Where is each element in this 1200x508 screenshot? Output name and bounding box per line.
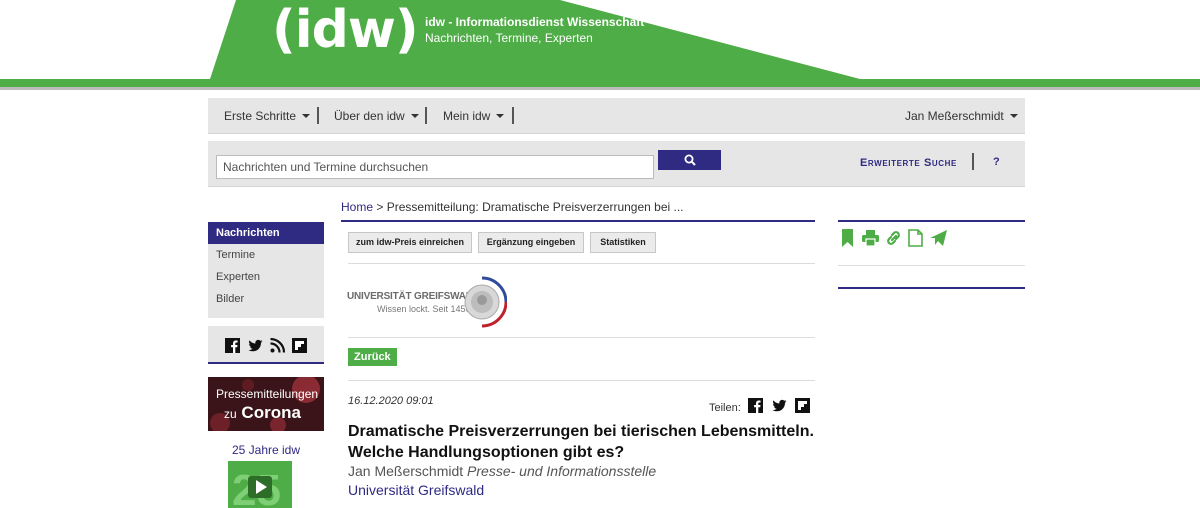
tools-bottom-rule (838, 287, 1025, 289)
rss-icon[interactable] (270, 338, 285, 353)
nav-label: Mein idw (443, 109, 491, 123)
content-top-rule (341, 220, 815, 222)
twitter-icon[interactable] (772, 398, 787, 413)
search-input[interactable] (216, 155, 654, 179)
help-link[interactable]: ? (993, 156, 1000, 168)
advanced-search-link[interactable]: Erweiterte Suche (860, 157, 957, 169)
submit-award-button[interactable]: zum idw-Preis einreichen (348, 232, 472, 253)
sidebar: Nachrichten Termine Experten Bilder (208, 222, 324, 318)
search-icon (684, 154, 696, 166)
site-title: idw - Informationsdienst Wissenschaft (425, 15, 645, 29)
sidebar-item-experten[interactable]: Experten (208, 266, 324, 288)
publication-date: 16.12.2020 09:01 (348, 395, 434, 407)
university-logo[interactable]: UNIVERSITÄT GREIFSWALD Wissen lockt. Sei… (347, 276, 507, 328)
corona-banner-prefix: zu (224, 407, 237, 421)
document-icon[interactable] (907, 229, 924, 247)
facebook-icon[interactable] (225, 338, 240, 353)
send-icon[interactable] (930, 229, 947, 247)
flipboard-icon[interactable] (795, 398, 810, 413)
sidebar-menu-footer (208, 310, 324, 318)
share-label: Teilen: (709, 402, 741, 414)
link-icon[interactable] (885, 229, 902, 247)
divider (348, 380, 815, 381)
nav-label: Erste Schritte (224, 109, 297, 123)
institution-link[interactable]: Universität Greifswald (348, 482, 484, 498)
social-links (208, 326, 324, 364)
tools-top-rule (838, 220, 1025, 222)
sidebar-item-termine[interactable]: Termine (208, 244, 324, 266)
breadcrumb-current: Pressemitteilung: Dramatische Preisverze… (386, 200, 684, 214)
corona-banner-keyword: Corona (241, 403, 301, 422)
facebook-icon[interactable] (748, 398, 763, 413)
print-icon[interactable] (862, 229, 879, 247)
breadcrumb-home[interactable]: Home (341, 200, 373, 214)
sidebar-item-nachrichten[interactable]: Nachrichten (208, 222, 324, 244)
university-seal-icon (464, 276, 507, 328)
site-header: (idw) idw - Informationsdienst Wissensch… (0, 0, 1200, 90)
nav-ueber-den-idw[interactable]: Über den idw (334, 98, 419, 134)
nav-erste-schritte[interactable]: Erste Schritte (224, 98, 311, 134)
breadcrumb: Home > Pressemitteilung: Dramatische Pre… (341, 200, 684, 214)
jubilee-video[interactable]: 25 (228, 461, 292, 508)
chevron-down-icon (302, 114, 311, 118)
divider (838, 265, 1025, 266)
corona-banner[interactable]: Pressemitteilungen zu Corona (208, 377, 324, 431)
search-bar: Erweiterte Suche ? (208, 141, 1025, 187)
statistics-button[interactable]: Statistiken (590, 232, 656, 253)
sidebar-item-bilder[interactable]: Bilder (208, 288, 324, 310)
author-department: Presse- und Informationsstelle (467, 463, 657, 479)
divider (348, 337, 815, 338)
jubilee-link[interactable]: 25 Jahre idw (208, 443, 324, 457)
nav-label: Über den idw (334, 109, 405, 123)
author-name: Jan Meßerschmidt (348, 463, 464, 479)
site-tagline: Nachrichten, Termine, Experten (425, 31, 593, 45)
breadcrumb-separator: > (376, 200, 384, 214)
twitter-icon[interactable] (248, 338, 263, 353)
divider (348, 263, 815, 264)
user-name: Jan Meßerschmidt (905, 109, 1004, 123)
chevron-down-icon (410, 114, 419, 118)
corona-banner-title: Pressemitteilungen (216, 387, 319, 401)
nav-divider (317, 107, 319, 124)
add-supplement-button[interactable]: Ergänzung eingeben (478, 232, 584, 253)
back-button[interactable]: Zurück (348, 348, 397, 366)
author-line: Jan Meßerschmidt Presse- und Information… (348, 463, 656, 479)
corona-banner-subtitle: zu Corona (224, 403, 301, 423)
chevron-down-icon (496, 114, 505, 118)
search-divider (972, 153, 974, 170)
main-navbar: Erste Schritte Über den idw Mein idw Jan… (208, 98, 1025, 134)
play-icon (248, 476, 272, 498)
flipboard-icon[interactable] (292, 338, 307, 353)
header-background (0, 0, 1200, 90)
chevron-down-icon (1009, 114, 1018, 118)
nav-divider (512, 107, 514, 124)
nav-divider (425, 107, 427, 124)
idw-logo[interactable]: (idw) (272, 0, 419, 60)
search-button[interactable] (658, 150, 721, 170)
bookmark-icon[interactable] (840, 229, 857, 247)
article-title: Dramatische Preisverzerrungen bei tieris… (348, 423, 814, 461)
nav-mein-idw[interactable]: Mein idw (443, 98, 505, 134)
user-menu[interactable]: Jan Meßerschmidt (905, 98, 1018, 134)
